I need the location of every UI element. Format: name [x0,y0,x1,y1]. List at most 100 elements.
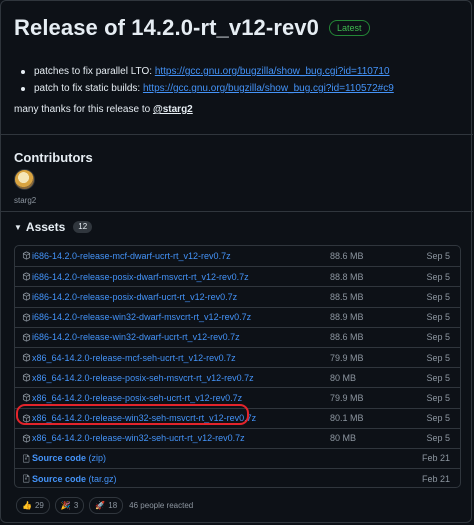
release-notes: patches to fix parallel LTO: https://gcc… [21,63,394,97]
asset-name: x86_64-14.2.0-release-posix-seh-msvcrt-r… [32,372,254,383]
asset-size: 80 MB [330,433,357,444]
section-divider [1,134,473,135]
package-icon [22,292,31,301]
release-title[interactable]: Release of 14.2.0-rt_v12-rev0 [14,15,319,41]
thanks-text: many thanks for this release to [14,104,153,115]
asset-name: i686-14.2.0-release-mcf-dwarf-ucrt-rt_v1… [32,251,231,262]
asset-row: x86_64-14.2.0-release-win32-seh-ucrt-rt_… [15,427,460,448]
latest-badge: Latest [328,20,370,36]
asset-date: Sep 5 [426,433,450,444]
party-popper-icon: 🎉 [60,501,71,510]
note-text: patches to fix parallel LTO: [34,66,155,77]
asset-row: Source code (tar.gz) Feb 21 [15,468,460,487]
highlight-annotation [16,404,249,425]
asset-name: i686-14.2.0-release-win32-dwarf-ucrt-rt_… [32,332,240,343]
asset-date: Feb 21 [421,453,450,464]
asset-format: (zip) [86,453,107,464]
file-zip-icon [22,474,31,483]
asset-name: x86_64-14.2.0-release-win32-seh-ucrt-rt_… [32,433,245,444]
asset-name: Source code [32,453,87,464]
asset-row: i686-14.2.0-release-posix-dwarf-ucrt-rt_… [15,286,460,306]
asset-name: i686-14.2.0-release-win32-dwarf-msvcrt-r… [32,312,252,323]
contributors-heading: Contributors [14,150,93,165]
asset-row: i686-14.2.0-release-posix-dwarf-msvcrt-r… [15,266,460,286]
assets-list: i686-14.2.0-release-mcf-dwarf-ucrt-rt_v1… [14,245,461,488]
asset-size: 88.8 MB [330,271,364,282]
reactions-summary: 46 people reacted [129,501,194,510]
asset-download-link[interactable]: i686-14.2.0-release-win32-dwarf-msvcrt-r… [32,312,251,322]
asset-row: Source code (zip) Feb 21 [15,447,460,468]
package-icon [22,251,31,260]
note-item: patches to fix parallel LTO: https://gcc… [21,63,394,80]
assets-count-badge: 12 [73,221,93,233]
note-text: patch to fix static builds: [34,83,143,94]
asset-download-link[interactable]: i686-14.2.0-release-posix-dwarf-msvcrt-r… [32,272,249,282]
asset-name: Source code [32,473,87,484]
asset-download-link[interactable]: x86_64-14.2.0-release-posix-seh-ucrt-rt_… [32,393,242,403]
asset-download-link[interactable]: i686-14.2.0-release-win32-dwarf-ucrt-rt_… [32,332,240,342]
asset-date: Sep 5 [426,352,450,363]
asset-name: x86_64-14.2.0-release-mcf-seh-ucrt-rt_v1… [32,352,236,363]
assets-toggle[interactable]: ▼ Assets 12 [14,220,93,234]
asset-date: Sep 5 [426,332,450,343]
asset-date: Sep 5 [426,271,450,282]
release-header: Release of 14.2.0-rt_v12-rev0 Latest [14,15,370,41]
package-icon [22,434,31,443]
reaction-count: 3 [73,501,79,510]
asset-date: Sep 5 [426,372,450,383]
asset-date: Sep 5 [426,251,450,262]
reaction-count: 29 [34,501,44,510]
thanks-line: many thanks for this release to @starg2 [14,104,193,115]
asset-size: 80 MB [330,372,357,383]
contributor-name[interactable]: starg2 [14,196,36,205]
caret-down-icon: ▼ [14,222,22,232]
asset-size: 88.6 MB [330,332,364,343]
asset-download-link[interactable]: i686-14.2.0-release-mcf-dwarf-ucrt-rt_v1… [32,251,231,261]
package-icon [22,353,31,362]
asset-download-link[interactable]: x86_64-14.2.0-release-mcf-seh-ucrt-rt_v1… [32,353,236,363]
asset-row: i686-14.2.0-release-mcf-dwarf-ucrt-rt_v1… [15,246,460,266]
reaction-button[interactable]: 🚀 18 [89,497,124,514]
asset-row: x86_64-14.2.0-release-posix-seh-msvcrt-r… [15,367,460,387]
asset-download-link[interactable]: x86_64-14.2.0-release-win32-seh-ucrt-rt_… [32,433,245,443]
package-icon [22,393,31,402]
asset-date: Sep 5 [426,392,450,403]
package-icon [22,313,31,322]
asset-download-link[interactable]: i686-14.2.0-release-posix-dwarf-ucrt-rt_… [32,292,237,302]
release-card: Release of 14.2.0-rt_v12-rev0 Latest pat… [0,0,473,523]
reactions-bar: 👍 29 🎉 3 🚀 18 46 people reacted [16,497,193,514]
asset-size: 88.9 MB [330,312,364,323]
asset-row: i686-14.2.0-release-win32-dwarf-ucrt-rt_… [15,326,460,347]
asset-date: Sep 5 [426,312,450,323]
asset-date: Feb 21 [421,473,450,484]
assets-heading: Assets [25,220,66,234]
asset-size: 79.9 MB [330,352,364,363]
asset-size: 88.6 MB [330,251,364,262]
bugzilla-link[interactable]: https://gcc.gnu.org/bugzilla/show_bug.cg… [155,66,390,77]
asset-size: 88.5 MB [330,291,364,302]
asset-date: Sep 5 [426,413,450,424]
asset-name: i686-14.2.0-release-posix-dwarf-msvcrt-r… [32,271,249,282]
file-zip-icon [22,454,31,463]
rocket-icon: 🚀 [95,501,106,510]
thumbs-up-icon: 👍 [22,501,32,510]
asset-row: x86_64-14.2.0-release-mcf-seh-ucrt-rt_v1… [15,346,460,367]
asset-download-link[interactable]: Source code (zip) [32,453,106,463]
package-icon [22,373,31,382]
note-item: patch to fix static builds: https://gcc.… [21,80,394,97]
asset-row: i686-14.2.0-release-win32-dwarf-msvcrt-r… [15,306,460,327]
asset-name: x86_64-14.2.0-release-posix-seh-ucrt-rt_… [32,392,243,403]
reaction-count: 18 [108,501,118,510]
user-mention-link[interactable]: @starg2 [153,104,193,115]
bugzilla-link[interactable]: https://gcc.gnu.org/bugzilla/show_bug.cg… [143,83,394,94]
asset-download-link[interactable]: Source code (tar.gz) [32,474,117,484]
asset-size: 79.9 MB [330,392,364,403]
asset-download-link[interactable]: x86_64-14.2.0-release-posix-seh-msvcrt-r… [32,373,254,383]
package-icon [22,272,31,281]
reaction-button[interactable]: 🎉 3 [54,497,85,514]
section-divider [1,211,473,212]
avatar[interactable] [14,169,35,190]
asset-date: Sep 5 [426,291,450,302]
asset-format: (tar.gz) [86,473,117,484]
reaction-button[interactable]: 👍 29 [16,497,50,514]
